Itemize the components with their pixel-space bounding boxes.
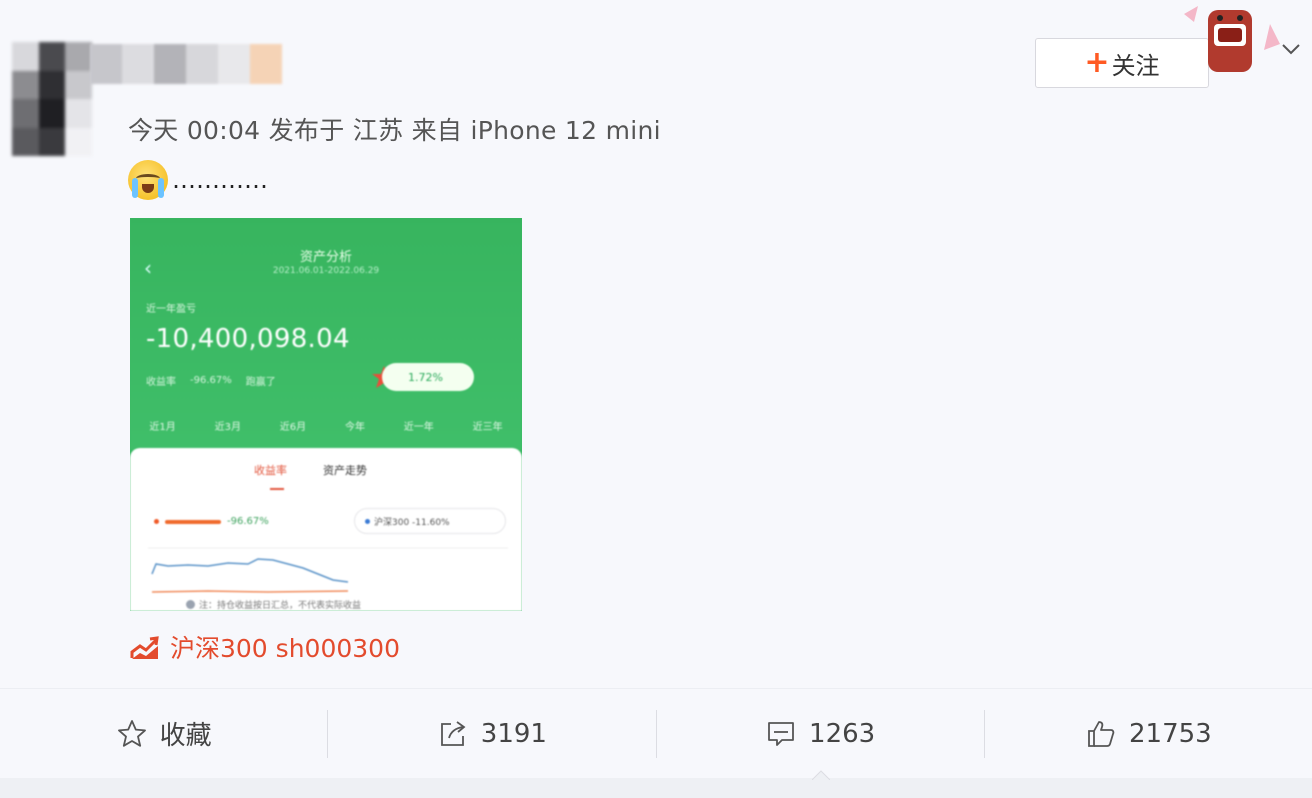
stock-tag-link[interactable]: 沪深300 sh000300 — [130, 628, 400, 666]
shot-tab: 近1月 — [149, 422, 176, 433]
shot-date-range: 2021.06.01-2022.06.29 — [272, 266, 380, 276]
comment-count: 1263 — [809, 718, 876, 749]
asset-analysis-body: 收益率 资产走势 -96.67% 沪深300 -11.60% 注：持仓收益按日汇… — [130, 448, 522, 611]
favorite-label: 收藏 — [159, 721, 212, 751]
shot-subtab: 资产走势 — [323, 464, 367, 477]
shot-legend-index-text: 沪深300 -11.60% — [374, 517, 450, 528]
crying-face-icon — [128, 160, 168, 200]
shot-tab: 近6月 — [279, 422, 307, 433]
post-text: ………… — [128, 158, 268, 202]
action-bar: 收藏 3191 1263 21753 — [0, 688, 1312, 778]
username-mosaic[interactable] — [90, 44, 282, 84]
shot-legend-mine: -96.67% — [154, 516, 269, 527]
weibo-post-card: 今天 00:04 发布于 江苏 来自 iPhone 12 mini ………… +… — [0, 0, 1312, 798]
asset-analysis-header: ‹ 资产分析 2021.06.01-2022.06.29 近一年盈亏 -10,4… — [130, 218, 522, 450]
shot-tab: 今年 — [344, 422, 365, 433]
repost-button[interactable]: 3191 — [328, 689, 655, 779]
post-image[interactable]: ‹ 资产分析 2021.06.01-2022.06.29 近一年盈亏 -10,4… — [130, 218, 522, 611]
shot-return-value: -96.67% — [190, 375, 232, 386]
shot-period-tabs: 近1月 近3月 近6月 今年 近一年 近三年 — [130, 418, 522, 433]
shot-subtabs: 收益率 资产走势 — [254, 462, 367, 478]
comment-button[interactable]: 1263 — [657, 689, 984, 779]
shot-title: 资产分析 — [299, 250, 352, 265]
domo-sticker-icon — [1184, 6, 1280, 72]
shot-beat-pill: 1.72% — [382, 363, 474, 391]
comment-icon — [768, 721, 794, 746]
stock-tag-label: 沪深300 sh000300 — [170, 634, 400, 663]
shot-tab: 近一年 — [403, 422, 434, 433]
thumbs-up-icon — [1088, 720, 1115, 747]
stock-trend-icon — [130, 636, 159, 659]
shot-tab: 近3月 — [214, 422, 241, 433]
avatar[interactable] — [12, 42, 92, 156]
like-button[interactable]: 21753 — [985, 689, 1312, 779]
shot-subtab-underline — [270, 488, 284, 490]
share-icon — [440, 720, 466, 746]
caret-up-icon — [812, 770, 830, 780]
shot-legend-mine-value: -96.67% — [227, 516, 269, 527]
post-text-content: ………… — [172, 166, 268, 194]
like-count: 21753 — [1129, 718, 1212, 749]
plus-icon: + — [1084, 45, 1110, 80]
bottom-strip — [0, 778, 1312, 798]
shot-footer: 注：持仓收益按日汇总，不代表实际收益 — [186, 598, 361, 611]
shot-trend-line — [148, 547, 508, 593]
post-meta: 今天 00:04 发布于 江苏 来自 iPhone 12 mini — [128, 116, 661, 145]
favorite-button[interactable]: 收藏 — [0, 689, 327, 779]
star-outline-icon — [117, 719, 146, 747]
chevron-down-icon[interactable] — [1280, 38, 1302, 60]
shot-stats: 收益率 -96.67% 跑赢了 — [146, 373, 276, 388]
shot-tab: 近三年 — [472, 422, 503, 433]
shot-legend-index: 沪深300 -11.60% — [354, 508, 506, 534]
repost-count: 3191 — [480, 718, 547, 749]
shot-subtab: 收益率 — [254, 464, 287, 477]
shot-footer-text: 注：持仓收益按日汇总，不代表实际收益 — [199, 601, 362, 611]
shot-return-label: 收益率 — [146, 377, 176, 388]
shot-period-label: 近一年盈亏 — [146, 304, 196, 315]
follow-label: 关注 — [1111, 51, 1160, 80]
shot-amount: -10,400,098.04 — [146, 324, 350, 354]
info-icon — [186, 600, 195, 609]
shot-beat-label: 跑赢了 — [245, 377, 276, 388]
